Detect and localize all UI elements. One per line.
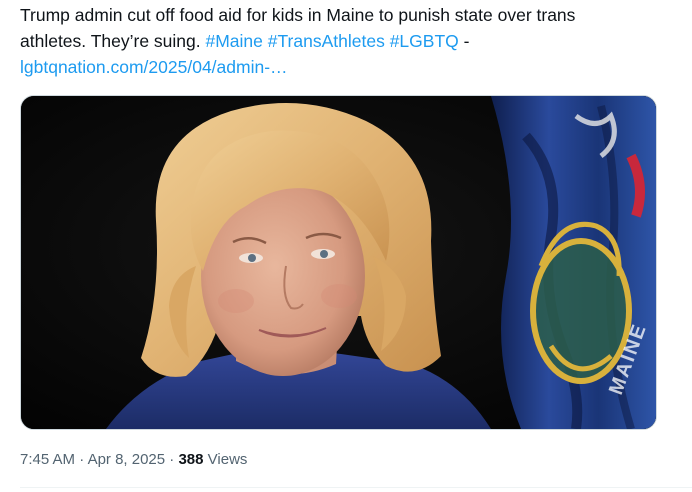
tweet-metadata: 7:45 AM · Apr 8, 2025 · 388 Views [20, 450, 247, 470]
meta-dot: · [165, 451, 179, 468]
tweet-date[interactable]: Apr 8, 2025 [88, 451, 166, 468]
hashtag-transathletes[interactable]: #TransAthletes [268, 31, 385, 51]
meta-dot: · [75, 451, 88, 468]
tweet-text: Trump admin cut off food aid for kids in… [20, 2, 670, 80]
tweet-text-line2: athletes. They’re suing. [20, 31, 206, 51]
views-count: 388 [178, 451, 204, 468]
views-label: Views [203, 451, 248, 468]
tweet-time[interactable]: 7:45 AM [20, 451, 75, 468]
portrait-image: MAINE [21, 96, 656, 429]
article-link[interactable]: lgbtqnation.com/2025/04/admin-… [20, 57, 288, 77]
tweet-separator: - [458, 31, 470, 51]
maine-flag: MAINE [491, 96, 656, 429]
hashtag-lgbtq[interactable]: #LGBTQ [390, 31, 459, 51]
tweet-text-line1: Trump admin cut off food aid for kids in… [20, 5, 576, 25]
tweet-photo[interactable]: MAINE [20, 95, 657, 430]
hashtag-maine[interactable]: #Maine [205, 31, 262, 51]
divider [20, 487, 692, 488]
